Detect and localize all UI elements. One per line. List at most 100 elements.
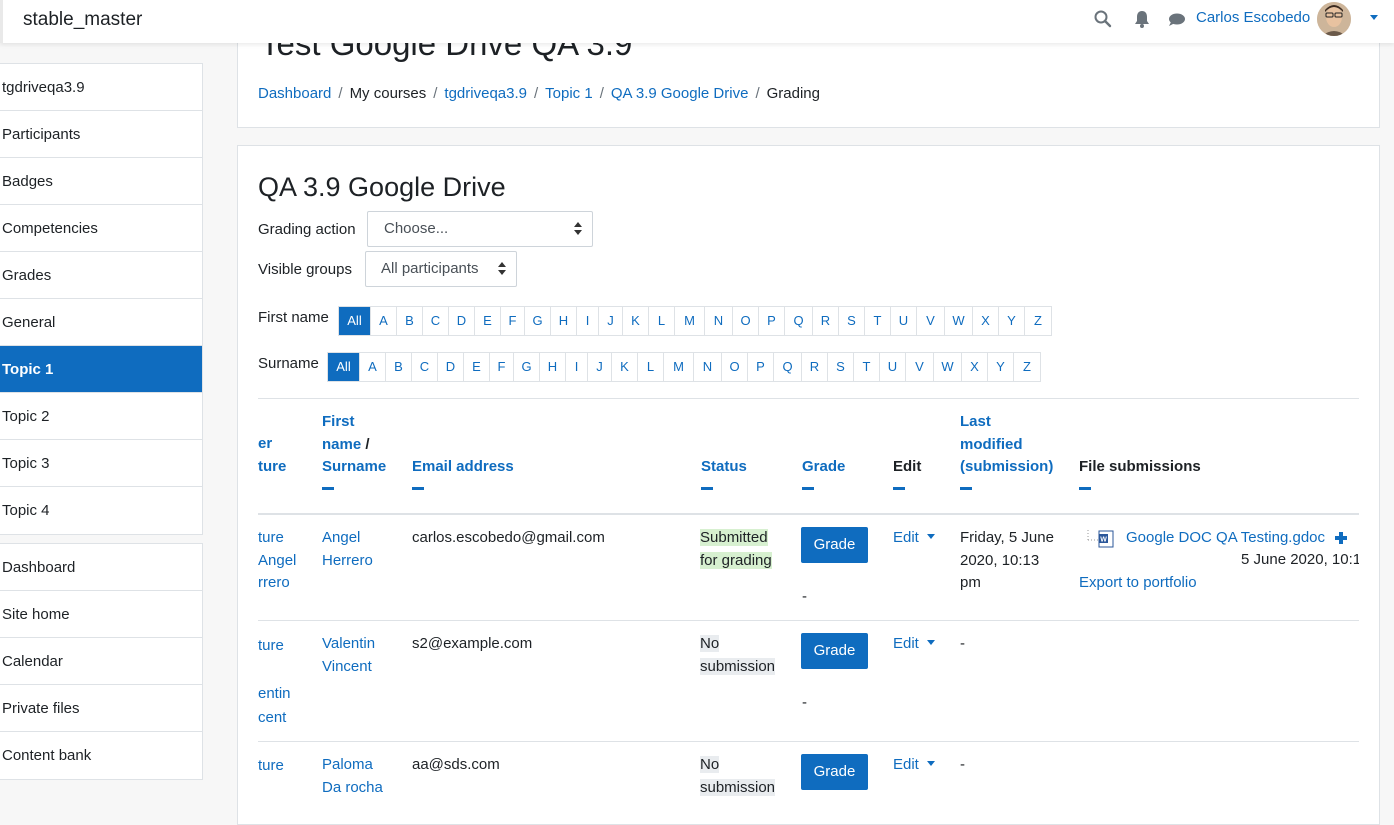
plus-icon[interactable] xyxy=(1334,531,1348,545)
sidebar-item-topic-3[interactable]: Topic 3 xyxy=(0,440,202,487)
first-name-initial-g[interactable]: G xyxy=(525,307,551,335)
first-name-initial-y[interactable]: Y xyxy=(999,307,1025,335)
surname-initial-s[interactable]: S xyxy=(828,353,854,381)
bell-icon[interactable] xyxy=(1132,9,1152,29)
sidebar-item-competencies[interactable]: Competencies xyxy=(0,205,202,252)
surname-initial-x[interactable]: X xyxy=(962,353,988,381)
surname-initial-p[interactable]: P xyxy=(748,353,774,381)
sidebar-item-private-files[interactable]: Private files xyxy=(0,685,202,732)
surname-initial-c[interactable]: C xyxy=(412,353,438,381)
sidebar-item-content-bank[interactable]: Content bank xyxy=(0,732,202,779)
surname-initial-i[interactable]: I xyxy=(566,353,588,381)
surname-initial-q[interactable]: Q xyxy=(774,353,802,381)
col-header-grade[interactable]: Grade xyxy=(802,456,845,490)
first-name-initial-all[interactable]: All xyxy=(339,307,371,335)
surname-initial-n[interactable]: N xyxy=(694,353,722,381)
col-header-first-name[interactable]: First name / Surname xyxy=(322,411,386,490)
sidebar-item-calendar[interactable]: Calendar xyxy=(0,638,202,685)
first-name-initial-s[interactable]: S xyxy=(839,307,865,335)
col-header-status[interactable]: Status xyxy=(701,456,747,490)
file-submission-link[interactable]: Google DOC QA Testing.gdoc xyxy=(1126,527,1325,550)
col-header-last-modified[interactable]: Last modified (submission) xyxy=(960,411,1053,490)
first-name-initial-x[interactable]: X xyxy=(973,307,999,335)
first-name-initial-m[interactable]: M xyxy=(675,307,705,335)
first-name-initial-p[interactable]: P xyxy=(759,307,785,335)
first-name-initial-t[interactable]: T xyxy=(865,307,891,335)
edit-menu[interactable]: Edit xyxy=(893,529,935,546)
surname-initial-o[interactable]: O xyxy=(722,353,748,381)
surname-initial-a[interactable]: A xyxy=(360,353,386,381)
student-name-link[interactable]: Valentin Vincent xyxy=(322,633,375,678)
grade-button[interactable]: Grade xyxy=(801,633,868,669)
message-icon[interactable] xyxy=(1167,9,1187,29)
grade-button[interactable]: Grade xyxy=(801,754,868,790)
surname-initial-m[interactable]: M xyxy=(664,353,694,381)
surname-initial-all[interactable]: All xyxy=(328,353,360,381)
surname-initial-w[interactable]: W xyxy=(934,353,962,381)
first-name-initial-b[interactable]: B xyxy=(397,307,423,335)
student-name-link[interactable]: Angel Herrero xyxy=(322,527,373,572)
surname-initial-k[interactable]: K xyxy=(612,353,638,381)
first-name-initial-k[interactable]: K xyxy=(623,307,649,335)
first-name-initial-u[interactable]: U xyxy=(891,307,917,335)
surname-initial-g[interactable]: G xyxy=(514,353,540,381)
first-name-initial-z[interactable]: Z xyxy=(1025,307,1051,335)
user-picture-cell[interactable]: ture entin cent xyxy=(258,634,291,730)
first-name-initial-o[interactable]: O xyxy=(733,307,759,335)
user-name[interactable]: Carlos Escobedo xyxy=(1196,9,1310,26)
user-picture-cell[interactable]: ture xyxy=(258,755,284,778)
first-name-initial-r[interactable]: R xyxy=(813,307,839,335)
breadcrumb-topic[interactable]: Topic 1 xyxy=(545,85,593,102)
surname-initial-r[interactable]: R xyxy=(802,353,828,381)
first-name-initial-j[interactable]: J xyxy=(599,307,623,335)
sidebar-item-site-home[interactable]: Site home xyxy=(0,591,202,638)
sidebar-item-participants[interactable]: Participants xyxy=(0,111,202,158)
col-header-email[interactable]: Email address xyxy=(412,456,514,490)
first-name-initial-h[interactable]: H xyxy=(551,307,577,335)
site-name[interactable]: stable_master xyxy=(23,9,142,31)
sidebar-item-grades[interactable]: Grades xyxy=(0,252,202,299)
first-name-initial-q[interactable]: Q xyxy=(785,307,813,335)
surname-initial-b[interactable]: B xyxy=(386,353,412,381)
export-to-portfolio-link[interactable]: Export to portfolio xyxy=(1079,572,1197,595)
search-icon[interactable] xyxy=(1093,9,1113,29)
sidebar-item-general[interactable]: General xyxy=(0,299,202,346)
surname-initial-d[interactable]: D xyxy=(438,353,464,381)
first-name-initial-c[interactable]: C xyxy=(423,307,449,335)
surname-initial-v[interactable]: V xyxy=(906,353,934,381)
first-name-initial-e[interactable]: E xyxy=(475,307,501,335)
sidebar-item-topic-4[interactable]: Topic 4 xyxy=(0,487,202,534)
sidebar-item-topic-2[interactable]: Topic 2 xyxy=(0,393,202,440)
surname-initial-f[interactable]: F xyxy=(490,353,514,381)
sidebar-item-dashboard[interactable]: Dashboard xyxy=(0,544,202,591)
first-name-initial-d[interactable]: D xyxy=(449,307,475,335)
user-picture-cell[interactable]: ture Angel rrero xyxy=(258,527,296,595)
visible-groups-select[interactable]: All participants xyxy=(365,251,517,287)
first-name-initial-f[interactable]: F xyxy=(501,307,525,335)
first-name-initial-l[interactable]: L xyxy=(649,307,675,335)
surname-initial-e[interactable]: E xyxy=(464,353,490,381)
avatar[interactable] xyxy=(1317,2,1351,36)
first-name-initial-n[interactable]: N xyxy=(705,307,733,335)
first-name-initial-w[interactable]: W xyxy=(945,307,973,335)
edit-menu[interactable]: Edit xyxy=(893,635,935,652)
chevron-down-icon[interactable] xyxy=(1370,15,1378,20)
surname-initial-h[interactable]: H xyxy=(540,353,566,381)
breadcrumb-dashboard[interactable]: Dashboard xyxy=(258,85,331,102)
surname-initial-j[interactable]: J xyxy=(588,353,612,381)
edit-menu[interactable]: Edit xyxy=(893,756,935,773)
grade-button[interactable]: Grade xyxy=(801,527,868,563)
breadcrumb-activity[interactable]: QA 3.9 Google Drive xyxy=(611,85,749,102)
breadcrumb-course[interactable]: tgdriveqa3.9 xyxy=(444,85,527,102)
col-header-user-picture[interactable]: er ture xyxy=(258,433,286,478)
first-name-initial-a[interactable]: A xyxy=(371,307,397,335)
surname-initial-t[interactable]: T xyxy=(854,353,880,381)
sidebar-item-course[interactable]: tgdriveqa3.9 xyxy=(0,64,202,111)
sidebar-item-topic-1[interactable]: Topic 1 xyxy=(0,346,202,393)
surname-initial-l[interactable]: L xyxy=(638,353,664,381)
surname-initial-z[interactable]: Z xyxy=(1014,353,1040,381)
student-name-link[interactable]: Paloma Da rocha xyxy=(322,754,383,799)
surname-initial-u[interactable]: U xyxy=(880,353,906,381)
surname-initial-y[interactable]: Y xyxy=(988,353,1014,381)
first-name-initial-v[interactable]: V xyxy=(917,307,945,335)
